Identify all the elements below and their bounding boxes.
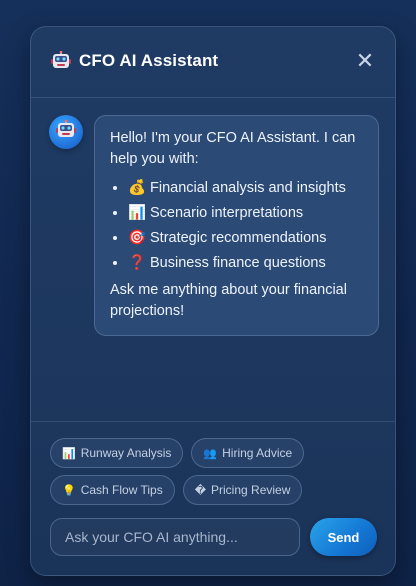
list-item: ❓Business finance questions [128, 253, 364, 274]
chat-footer: 📊 Runway Analysis 👥 Hiring Advice 💡 Cash… [31, 421, 395, 575]
input-row: Send [50, 518, 380, 556]
close-button[interactable]: ✕ [355, 48, 375, 73]
list-item-text: Strategic recommendations [150, 230, 327, 246]
message-intro: Hello! I'm your CFO AI Assistant. I can … [110, 130, 356, 167]
list-item: 📊Scenario interpretations [128, 203, 364, 224]
close-icon: ✕ [355, 48, 375, 73]
send-button[interactable]: Send [310, 518, 377, 556]
list-item-text: Business finance questions [150, 255, 326, 271]
chip-label: Runway Analysis [80, 446, 172, 460]
list-item-text: Financial analysis and insights [150, 180, 346, 196]
capability-list: 💰Financial analysis and insights 📊Scenar… [110, 178, 364, 274]
money-bag-icon: 💰 [128, 180, 147, 196]
people-icon: 👥 [203, 447, 218, 460]
missing-glyph-icon: � [194, 484, 207, 497]
robot-icon [56, 119, 76, 145]
header-title: CFO AI Assistant [51, 50, 219, 71]
quick-action-cash-flow-tips[interactable]: 💡 Cash Flow Tips [50, 475, 175, 505]
chip-label: Cash Flow Tips [80, 483, 163, 497]
quick-action-pricing-review[interactable]: � Pricing Review [182, 475, 303, 505]
quick-action-runway-analysis[interactable]: 📊 Runway Analysis [50, 438, 184, 468]
bar-chart-icon: 📊 [62, 447, 76, 460]
message-list: Hello! I'm your CFO AI Assistant. I can … [31, 98, 395, 420]
message-outro: Ask me anything about your financial pro… [110, 282, 347, 319]
list-item-text: Scenario interpretations [150, 205, 304, 221]
target-icon: 🎯 [128, 230, 147, 246]
quick-action-hiring-advice[interactable]: 👥 Hiring Advice [191, 438, 305, 468]
chat-input[interactable] [50, 518, 300, 556]
avatar [49, 115, 83, 149]
list-item: 💰Financial analysis and insights [128, 178, 364, 199]
chat-panel: CFO AI Assistant ✕ Hello! I'm your CFO A… [30, 26, 396, 576]
bar-chart-icon: 📊 [128, 205, 147, 221]
chip-label: Hiring Advice [222, 446, 293, 460]
question-mark-icon: ❓ [128, 255, 147, 271]
assistant-message: Hello! I'm your CFO AI Assistant. I can … [94, 115, 379, 336]
chip-label: Pricing Review [211, 483, 291, 497]
list-item: 🎯Strategic recommendations [128, 228, 364, 249]
page-title: CFO AI Assistant [79, 51, 219, 70]
chat-header: CFO AI Assistant ✕ [31, 27, 395, 98]
light-bulb-icon: 💡 [62, 484, 76, 497]
robot-icon [51, 50, 71, 71]
quick-actions: 📊 Runway Analysis 👥 Hiring Advice 💡 Cash… [50, 438, 380, 505]
